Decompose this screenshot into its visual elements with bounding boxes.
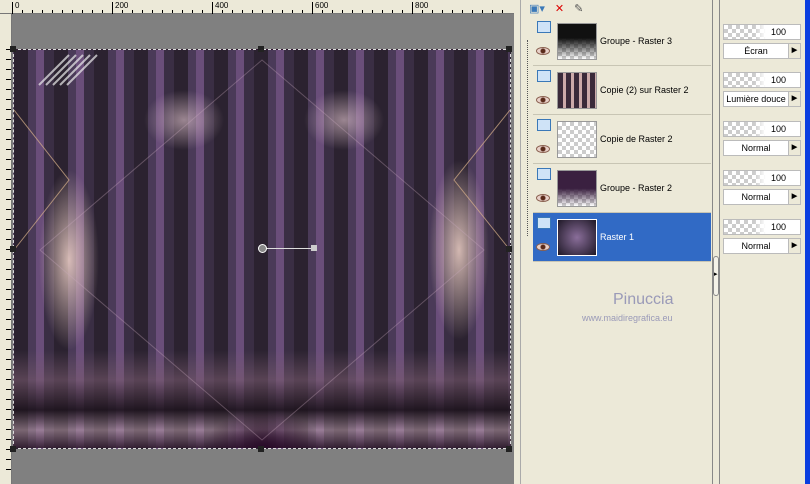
ruler-label: 0 xyxy=(15,1,20,10)
ruler-label: 800 xyxy=(415,1,429,10)
blend-mode-value: Normal xyxy=(741,143,771,153)
visibility-eye-icon[interactable] xyxy=(536,47,550,55)
layer-row[interactable]: Groupe - Raster 2 xyxy=(533,164,711,213)
layers-palette: ▣▾ ✕ ✎ Groupe - Raster 3 Copie (2) sur R… xyxy=(520,0,712,484)
layer-type-icon xyxy=(537,70,551,82)
ruler-label: 200 xyxy=(115,1,129,10)
resize-handle[interactable] xyxy=(506,446,512,452)
group-tree-line xyxy=(527,40,528,236)
resize-handle[interactable] xyxy=(258,446,264,452)
blend-mode-dropdown[interactable]: Normal ▶ xyxy=(723,238,801,254)
rotation-pivot[interactable] xyxy=(258,244,267,253)
layer-properties-column: 100 Écran ▶ 100 Lumière douce ▶ 100 Normal ▶ 1… xyxy=(720,0,805,484)
blend-mode-value: Écran xyxy=(744,46,768,56)
horizontal-ruler: 0 200 400 600 800 xyxy=(0,0,514,14)
stripes-decoration xyxy=(38,54,98,86)
layer-thumbnail xyxy=(557,170,597,207)
new-layer-icon[interactable]: ▣▾ xyxy=(529,2,545,15)
blend-mode-dropdown[interactable]: Normal ▶ xyxy=(723,189,801,205)
resize-handle[interactable] xyxy=(10,46,16,52)
layer-name: Groupe - Raster 3 xyxy=(600,36,673,46)
image-canvas[interactable] xyxy=(13,49,511,449)
resize-handle[interactable] xyxy=(258,46,264,52)
dropdown-arrow-icon[interactable]: ▶ xyxy=(788,190,800,204)
layer-thumbnail xyxy=(557,219,597,256)
resize-handle[interactable] xyxy=(506,46,512,52)
layer-type-icon xyxy=(537,119,551,131)
dropdown-arrow-icon[interactable]: ▶ xyxy=(788,141,800,155)
layer-list: Groupe - Raster 3 Copie (2) sur Raster 2… xyxy=(533,17,711,262)
rotation-handle-line xyxy=(262,248,314,249)
layer-name: Groupe - Raster 2 xyxy=(600,183,673,193)
layer-type-icon xyxy=(537,21,551,33)
layers-toolbar: ▣▾ ✕ ✎ xyxy=(521,0,712,16)
opacity-field[interactable]: 100 xyxy=(723,24,801,40)
blend-mode-dropdown[interactable]: Normal ▶ xyxy=(723,140,801,156)
layer-row[interactable]: Groupe - Raster 3 xyxy=(533,17,711,66)
layer-thumbnail xyxy=(557,121,597,158)
ruler-label: 400 xyxy=(215,1,229,10)
layer-row[interactable]: Copie de Raster 2 xyxy=(533,115,711,164)
delete-layer-icon[interactable]: ✕ xyxy=(555,2,564,15)
layer-type-icon xyxy=(537,217,551,229)
gold-line xyxy=(453,109,510,251)
rotation-handle[interactable] xyxy=(311,245,317,251)
resize-handle[interactable] xyxy=(10,446,16,452)
window-border xyxy=(805,0,810,484)
opacity-field[interactable]: 100 xyxy=(723,121,801,137)
layer-name: Copie de Raster 2 xyxy=(600,134,673,144)
opacity-field[interactable]: 100 xyxy=(723,170,801,186)
layer-name: Copie (2) sur Raster 2 xyxy=(600,85,689,95)
dropdown-arrow-icon[interactable]: ▶ xyxy=(788,44,800,58)
watermark-url: www.maidiregrafica.eu xyxy=(582,313,673,323)
gold-line xyxy=(14,109,70,251)
blend-mode-dropdown[interactable]: Écran ▶ xyxy=(723,43,801,59)
layer-thumbnail xyxy=(557,23,597,60)
opacity-field[interactable]: 100 xyxy=(723,219,801,235)
blend-mode-value: Normal xyxy=(741,192,771,202)
blend-mode-value: Lumière douce xyxy=(726,94,786,104)
blend-mode-dropdown[interactable]: Lumière douce ▶ xyxy=(723,91,801,107)
scrollbar-thumb[interactable]: ▸ xyxy=(713,256,719,296)
layer-thumbnail xyxy=(557,72,597,109)
ruler-label: 600 xyxy=(315,1,329,10)
edit-brush-icon[interactable]: ✎ xyxy=(574,2,583,15)
dropdown-arrow-icon[interactable]: ▶ xyxy=(788,239,800,253)
visibility-eye-icon[interactable] xyxy=(536,243,550,251)
opacity-field[interactable]: 100 xyxy=(723,72,801,88)
visibility-eye-icon[interactable] xyxy=(536,96,550,104)
blend-mode-value: Normal xyxy=(741,241,771,251)
resize-handle[interactable] xyxy=(506,246,512,252)
visibility-eye-icon[interactable] xyxy=(536,194,550,202)
layer-row[interactable]: Copie (2) sur Raster 2 xyxy=(533,66,711,115)
layer-row-selected[interactable]: Raster 1 xyxy=(533,213,711,262)
visibility-eye-icon[interactable] xyxy=(536,145,550,153)
resize-handle[interactable] xyxy=(10,246,16,252)
layers-scrollbar[interactable]: ▸ xyxy=(712,0,720,484)
layer-name: Raster 1 xyxy=(600,232,635,242)
dropdown-arrow-icon[interactable]: ▶ xyxy=(788,92,800,106)
canvas-area[interactable] xyxy=(10,14,514,484)
watermark-name: Pinuccia xyxy=(613,291,674,308)
layer-type-icon xyxy=(537,168,551,180)
